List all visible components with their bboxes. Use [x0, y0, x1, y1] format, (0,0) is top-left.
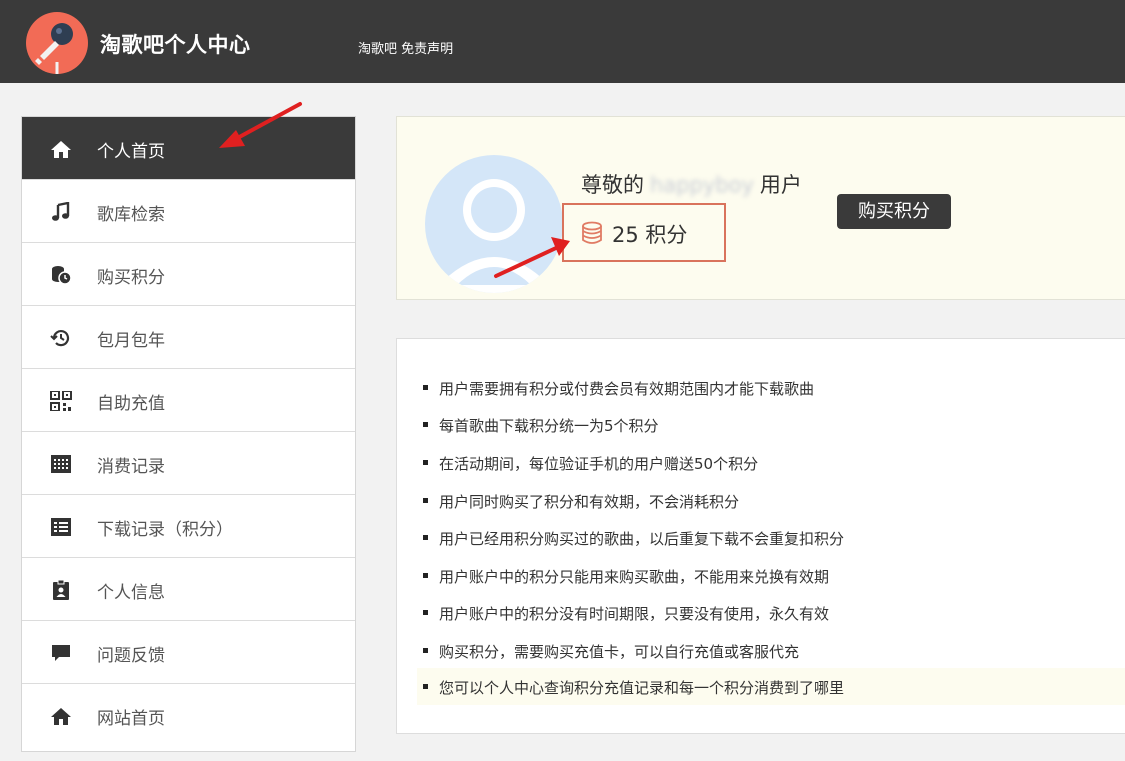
points-balance: 25 积分: [562, 203, 726, 262]
list-item: 在活动期间，每位验证手机的用户赠送50个积分: [417, 444, 1125, 481]
list-item: 购买积分，需要购买充值卡，可以自行充值或客服代充: [417, 632, 1125, 669]
username: happyboy: [650, 173, 754, 197]
greeting-suffix: 用户: [759, 173, 802, 197]
list-item: 用户需要拥有积分或付费会员有效期范围内才能下载歌曲: [417, 369, 1125, 406]
bullet-icon: [423, 648, 428, 653]
disclaimer-link[interactable]: 免责声明: [401, 42, 453, 57]
bullet-icon: [423, 422, 428, 427]
id-badge-icon: [50, 579, 72, 600]
sidebar-item-consumption-records[interactable]: 消费记录: [22, 432, 355, 495]
history-icon: [50, 328, 72, 348]
greeting-prefix: 尊敬的: [581, 173, 644, 197]
sidebar-item-monthly-yearly[interactable]: 包月包年: [22, 306, 355, 369]
sidebar-item-download-records[interactable]: 下载记录（积分）: [22, 495, 355, 558]
sidebar-item-label: 下载记录（积分）: [97, 520, 233, 540]
bullet-icon: [423, 385, 428, 390]
qrcode-icon: [50, 390, 72, 412]
bullet-icon: [423, 498, 428, 503]
calendar-icon: [50, 454, 72, 474]
sidebar-item-label: 问题反馈: [97, 646, 165, 666]
sidebar-item-label: 包月包年: [97, 331, 165, 351]
sidebar-item-label: 歌库检索: [97, 205, 165, 225]
coin-stack-icon: [581, 221, 603, 245]
sidebar-item-home[interactable]: 个人首页: [22, 117, 355, 180]
list-item: 用户同时购买了积分和有效期，不会消耗积分: [417, 482, 1125, 519]
profile-card: 尊敬的 happyboy 用户 25 积分 购买积分: [396, 116, 1125, 300]
sidebar-item-label: 消费记录: [97, 457, 165, 477]
sidebar-item-site-home[interactable]: 网站首页: [22, 684, 355, 747]
list-item: 用户账户中的积分只能用来购买歌曲，不能用来兑换有效期: [417, 557, 1125, 594]
list-icon: [50, 517, 72, 537]
coins-icon: [50, 265, 72, 285]
sidebar-item-label: 个人信息: [97, 583, 165, 603]
bullet-icon: [423, 535, 428, 540]
points-rules-panel: 用户需要拥有积分或付费会员有效期范围内才能下载歌曲 每首歌曲下载积分统一为5个积…: [396, 338, 1125, 734]
sidebar-item-label: 个人首页: [97, 142, 165, 162]
list-item: 每首歌曲下载积分统一为5个积分: [417, 406, 1125, 443]
points-value: 25 积分: [612, 223, 688, 247]
list-item: 您可以个人中心查询积分充值记录和每一个积分消费到了哪里: [417, 668, 1125, 705]
sidebar-item-label: 购买积分: [97, 268, 165, 288]
bullet-icon: [423, 684, 428, 689]
site-home-link[interactable]: 淘歌吧: [358, 42, 397, 57]
sidebar-item-personal-info[interactable]: 个人信息: [22, 558, 355, 621]
home-icon: [50, 139, 72, 159]
site-title: 淘歌吧个人中心: [100, 33, 251, 57]
sidebar-item-label: 网站首页: [97, 709, 165, 729]
top-header: 淘歌吧个人中心 淘歌吧 免责声明: [0, 0, 1125, 83]
list-item: 用户账户中的积分没有时间期限，只要没有使用，永久有效: [417, 594, 1125, 631]
microphone-logo-icon[interactable]: [26, 12, 88, 74]
home-icon: [50, 706, 72, 726]
sidebar-item-label: 自助充值: [97, 394, 165, 414]
header-links: 淘歌吧 免责声明: [358, 38, 453, 57]
sidebar-item-song-search[interactable]: 歌库检索: [22, 180, 355, 243]
bullet-icon: [423, 610, 428, 615]
music-note-icon: [50, 201, 72, 222]
avatar: [425, 155, 563, 293]
sidebar-item-self-recharge[interactable]: 自助充值: [22, 369, 355, 432]
comment-icon: [50, 643, 72, 663]
sidebar-nav: 个人首页 歌库检索 购买积分 包月包年 自助充值 消费记录 下载记录（积分） 个…: [21, 116, 356, 752]
bullet-icon: [423, 573, 428, 578]
list-item: 用户已经用积分购买过的歌曲，以后重复下载不会重复扣积分: [417, 519, 1125, 556]
sidebar-item-feedback[interactable]: 问题反馈: [22, 621, 355, 684]
sidebar-item-buy-points[interactable]: 购买积分: [22, 243, 355, 306]
bullet-icon: [423, 460, 428, 465]
buy-points-button[interactable]: 购买积分: [837, 194, 951, 229]
greeting-text: 尊敬的 happyboy 用户: [581, 169, 802, 199]
